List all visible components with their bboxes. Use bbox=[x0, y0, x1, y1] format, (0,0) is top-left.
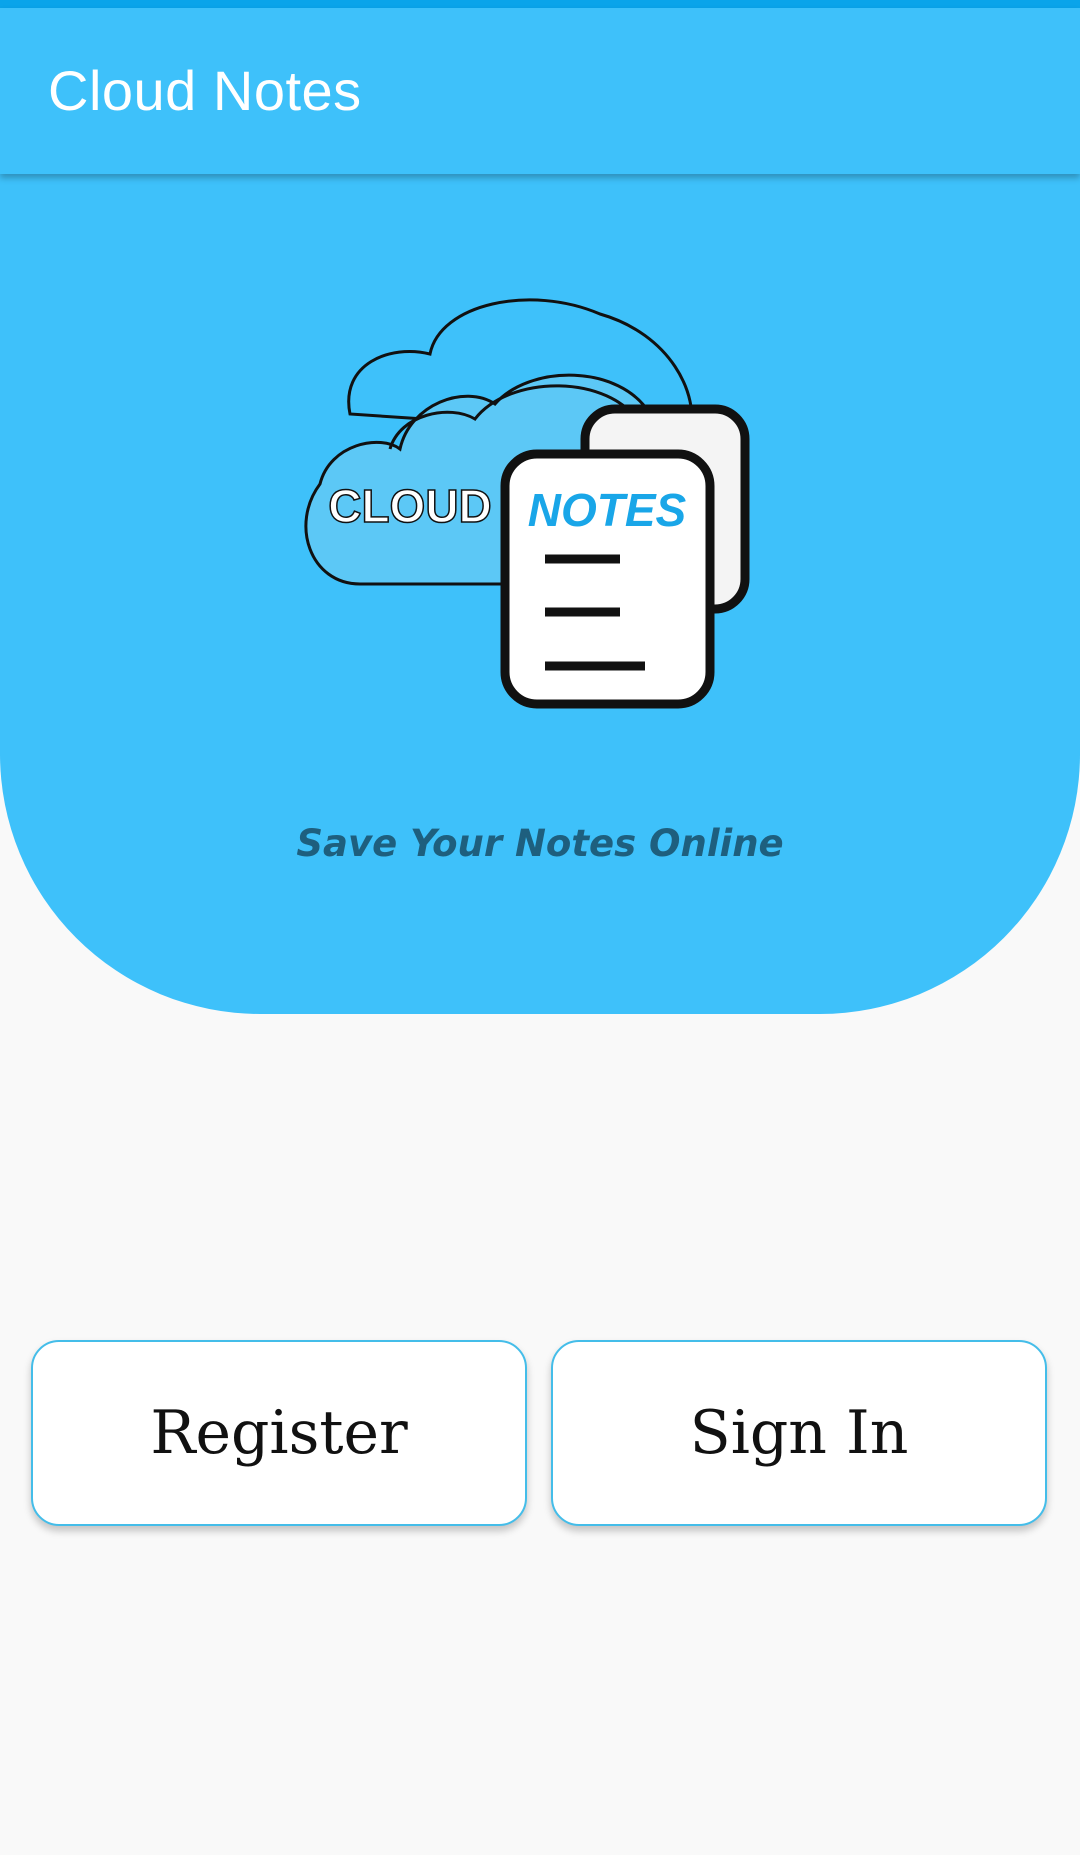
app-title: Cloud Notes bbox=[48, 59, 362, 122]
tagline: Save Your Notes Online bbox=[296, 822, 784, 865]
logo-word-notes: NOTES bbox=[528, 484, 687, 536]
logo-word-cloud: CLOUD bbox=[328, 480, 492, 532]
register-button[interactable]: Register bbox=[31, 1340, 527, 1526]
sign-in-button[interactable]: Sign In bbox=[551, 1340, 1047, 1526]
status-bar bbox=[0, 0, 1080, 8]
app-bar: Cloud Notes bbox=[0, 8, 1080, 174]
cloud-notes-logo: CLOUD NOTES bbox=[304, 298, 750, 709]
hero-banner: CLOUD NOTES Save Your Notes Online bbox=[0, 174, 1080, 1014]
